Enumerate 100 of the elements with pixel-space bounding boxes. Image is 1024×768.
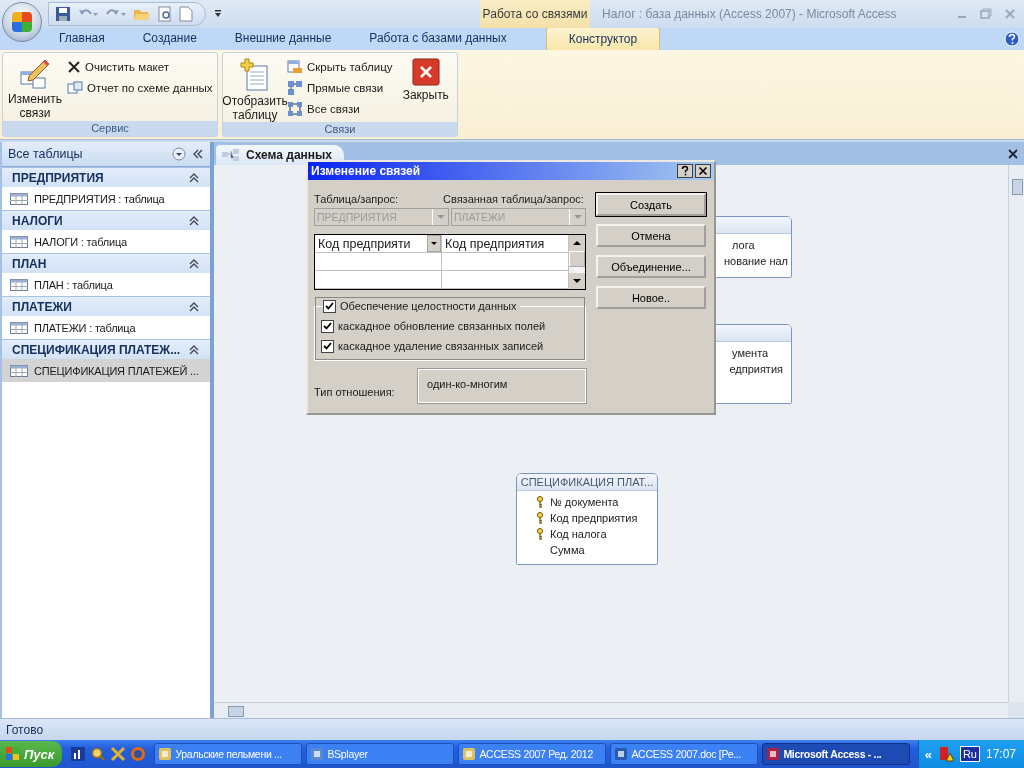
language-indicator[interactable]: Ru bbox=[959, 746, 980, 762]
customize-caret-icon[interactable] bbox=[214, 9, 222, 19]
print-preview-icon[interactable] bbox=[157, 6, 173, 22]
dialog-button[interactable]: Создать bbox=[596, 193, 706, 216]
scrollbar-corner bbox=[1008, 702, 1024, 718]
dialog-button[interactable]: Новое.. bbox=[596, 286, 706, 309]
chevron-icon[interactable] bbox=[188, 171, 200, 184]
field-name: лога bbox=[732, 239, 755, 251]
navigation-item[interactable]: НАЛОГИ : таблица bbox=[2, 230, 210, 253]
checkbox[interactable] bbox=[323, 299, 336, 313]
taskbar-button[interactable]: Microsoft Access - ... bbox=[762, 743, 911, 765]
contextual-tab-label: Работа со связями bbox=[480, 0, 590, 28]
vertical-scrollbar[interactable] bbox=[569, 235, 585, 289]
group-label: Сервис bbox=[3, 121, 217, 136]
ribbon-button[interactable]: Очистить макет bbox=[67, 58, 215, 75]
group-header[interactable]: ПЛАТЕЖИ bbox=[2, 296, 210, 316]
table-icon bbox=[10, 235, 28, 248]
field-name: едприятия bbox=[729, 363, 783, 375]
grid-cell[interactable]: Код предприяти bbox=[318, 236, 427, 251]
field-label: Связанная таблица/запрос: bbox=[443, 193, 584, 205]
large-ribbon-button[interactable]: Закрыть bbox=[396, 56, 455, 102]
close-icon[interactable] bbox=[1008, 149, 1018, 159]
chevron-icon[interactable] bbox=[188, 343, 200, 356]
status-text: Готово bbox=[6, 722, 44, 737]
ribbon-tab[interactable]: Главная bbox=[40, 27, 124, 50]
close-icon[interactable] bbox=[695, 164, 711, 178]
group-title: НАЛОГИ bbox=[12, 213, 63, 228]
group-label: Связи bbox=[223, 122, 457, 137]
scroll-thumb[interactable] bbox=[569, 251, 585, 267]
group-header[interactable]: ПРЕДПРИЯТИЯ bbox=[2, 167, 210, 187]
chevron-icon[interactable] bbox=[188, 300, 200, 313]
hide-table-icon bbox=[287, 59, 303, 74]
ribbon-tab[interactable]: Конструктор bbox=[545, 27, 661, 50]
collapse-pane-icon[interactable] bbox=[192, 148, 204, 160]
taskbar-button[interactable]: ACCESS 2007 Ред. 2012 bbox=[458, 743, 607, 765]
checkbox-label: каскадное удаление связанных записей bbox=[338, 340, 544, 352]
app-icon bbox=[614, 747, 629, 761]
help-icon[interactable] bbox=[677, 164, 693, 178]
warning-icon[interactable] bbox=[937, 746, 954, 762]
ribbon-button[interactable]: Прямые связи bbox=[287, 79, 395, 96]
document-tab[interactable]: Схема данных bbox=[216, 145, 344, 165]
checkbox[interactable] bbox=[321, 339, 334, 353]
field-label: Тип отношения: bbox=[314, 385, 396, 398]
horizontal-scrollbar[interactable] bbox=[214, 702, 1008, 718]
taskbar-button[interactable]: BSplayer bbox=[306, 743, 455, 765]
chevron-icon[interactable] bbox=[188, 257, 200, 270]
add-table-icon bbox=[239, 58, 271, 92]
field-name: умента bbox=[732, 347, 769, 359]
scroll-down-icon[interactable] bbox=[569, 273, 585, 289]
checkbox[interactable] bbox=[321, 319, 334, 333]
ribbon-button[interactable]: Отчет по схеме данных bbox=[67, 79, 215, 96]
field-name: нование нал bbox=[724, 255, 789, 267]
navigation-item[interactable]: ПРЕДПРИЯТИЯ : таблица bbox=[2, 187, 210, 210]
taskbar-button[interactable]: ACCESS 2007.doc [Ре... bbox=[610, 743, 759, 765]
chevron-icon[interactable] bbox=[188, 214, 200, 227]
table-box[interactable]: СПЕЦИФИКАЦИЯ ПЛАТ... № документа Код предприятия Код налога Сумма bbox=[516, 473, 658, 565]
ribbon-button[interactable]: Скрыть таблицу bbox=[287, 58, 395, 75]
scroll-up-icon[interactable] bbox=[569, 235, 585, 251]
navigation-item[interactable]: СПЕЦИФИКАЦИЯ ПЛАТЕЖЕЙ ... bbox=[2, 359, 210, 382]
magnifier-icon[interactable] bbox=[90, 746, 107, 762]
navigation-item[interactable]: ПЛАТЕЖИ : таблица bbox=[2, 316, 210, 339]
dropdown-arrow-icon[interactable] bbox=[427, 235, 441, 252]
dropdown-icon[interactable] bbox=[172, 147, 186, 161]
group-title: СПЕЦИФИКАЦИЯ ПЛАТЕЖ... bbox=[12, 342, 181, 357]
ribbon-tab[interactable]: Создание bbox=[123, 27, 216, 50]
group-header[interactable]: НАЛОГИ bbox=[2, 210, 210, 230]
office-button[interactable] bbox=[2, 2, 42, 42]
relationships-icon bbox=[287, 79, 303, 96]
field-name: Сумма bbox=[550, 544, 585, 556]
large-ribbon-button[interactable]: Изменить связи bbox=[5, 56, 65, 120]
chart-icon[interactable] bbox=[70, 746, 87, 762]
field-name: № документа bbox=[550, 496, 619, 508]
group-header[interactable]: ПЛАН bbox=[2, 253, 210, 273]
taskbar-button[interactable]: Уральские пельмени ... bbox=[154, 743, 303, 765]
table-icon bbox=[10, 192, 28, 205]
key-icon bbox=[536, 496, 544, 508]
save-icon[interactable] bbox=[55, 6, 71, 22]
pencil-table-icon bbox=[19, 58, 51, 90]
ribbon-button[interactable]: Все связи bbox=[287, 100, 395, 117]
vertical-scrollbar[interactable] bbox=[1008, 165, 1024, 702]
group-header[interactable]: СПЕЦИФИКАЦИЯ ПЛАТЕЖ... bbox=[2, 339, 210, 359]
ribbon-tab[interactable]: Работа с базами данных bbox=[350, 27, 526, 50]
dialog-button[interactable]: Объединение... bbox=[596, 255, 706, 278]
group-title: ПРЕДПРИЯТИЯ bbox=[12, 170, 104, 185]
key-icon bbox=[536, 528, 544, 540]
grid-cell[interactable] bbox=[315, 253, 442, 271]
app-icon bbox=[158, 747, 173, 761]
field-label: Таблица/запрос: bbox=[314, 193, 400, 205]
grid-cell[interactable] bbox=[315, 271, 442, 289]
field-name: Код налога bbox=[550, 528, 607, 540]
dialog-button[interactable]: Отмена bbox=[596, 224, 706, 247]
grid-cell[interactable]: Код предприятия bbox=[445, 236, 568, 251]
ribbon-tab[interactable]: Внешние данные bbox=[215, 27, 351, 50]
navigation-item[interactable]: ПЛАН : таблица bbox=[2, 273, 210, 296]
report-icon bbox=[67, 80, 83, 95]
pane-title[interactable]: Все таблицы bbox=[8, 147, 166, 161]
checkbox-label: каскадное обновление связанных полей bbox=[338, 320, 546, 332]
table-icon bbox=[10, 278, 28, 291]
window-title: Налог : база данных (Access 2007) - Microsoft Access bbox=[602, 7, 898, 21]
scroll-track[interactable] bbox=[569, 267, 585, 273]
